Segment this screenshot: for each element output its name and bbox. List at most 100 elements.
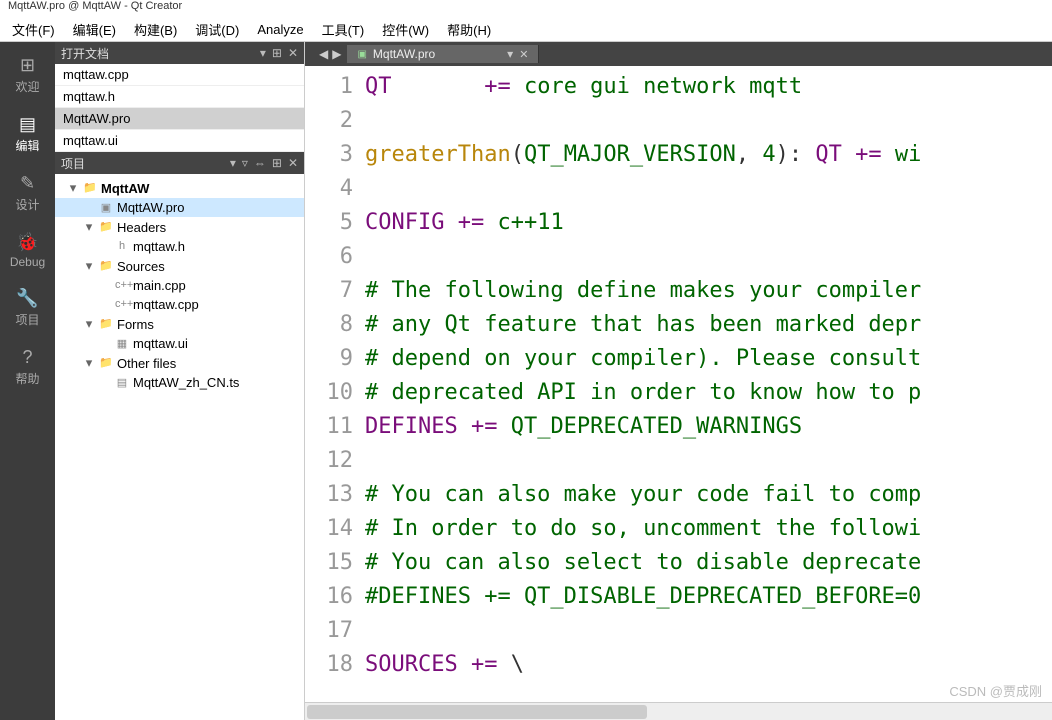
code-text[interactable]: #DEFINES += QT_DISABLE_DEPRECATED_BEFORE… bbox=[365, 580, 1052, 614]
menu-item[interactable]: 文件(F) bbox=[4, 18, 63, 41]
chevron-icon[interactable]: ▾ bbox=[67, 180, 79, 196]
code-line[interactable]: 17 bbox=[305, 614, 1052, 648]
mode-label: 项目 bbox=[15, 311, 39, 328]
code-text[interactable]: # You can also make your code fail to co… bbox=[365, 478, 1052, 512]
chevron-icon[interactable]: ▾ bbox=[83, 258, 95, 274]
close-icon[interactable]: ✕ bbox=[519, 48, 528, 61]
menu-item[interactable]: Analyze bbox=[249, 20, 311, 39]
tree-item[interactable]: ▾📁Forms bbox=[55, 314, 304, 334]
code-line[interactable]: 14# In order to do so, uncomment the fol… bbox=[305, 512, 1052, 546]
code-text[interactable]: SOURCES += \ bbox=[365, 648, 1052, 682]
filter-icon[interactable]: ▿ bbox=[242, 156, 248, 170]
nav-forward-icon[interactable]: ▶ bbox=[332, 47, 341, 61]
code-text[interactable]: # depend on your compiler). Please consu… bbox=[365, 342, 1052, 376]
tree-item[interactable]: ▦mqttaw.ui bbox=[55, 334, 304, 353]
panel-header-icons: ▾ ⊞ ✕ bbox=[260, 46, 298, 60]
ui-icon: ▦ bbox=[115, 337, 129, 351]
mode-帮助[interactable]: ?帮助 bbox=[15, 346, 39, 387]
open-doc-item[interactable]: MqttAW.pro bbox=[55, 108, 304, 130]
open-doc-item[interactable]: mqttaw.cpp bbox=[55, 64, 304, 86]
open-doc-item[interactable]: mqttaw.ui bbox=[55, 130, 304, 152]
tree-item[interactable]: ▾📁Sources bbox=[55, 256, 304, 276]
mode-icon: ⊞ bbox=[16, 54, 38, 76]
menu-item[interactable]: 调试(D) bbox=[187, 18, 247, 41]
code-line[interactable]: 18SOURCES += \ bbox=[305, 648, 1052, 682]
close-panel-icon[interactable]: ✕ bbox=[288, 46, 298, 60]
chevron-icon[interactable]: ▾ bbox=[83, 355, 95, 371]
open-doc-item[interactable]: mqttaw.h bbox=[55, 86, 304, 108]
line-number: 18 bbox=[305, 648, 365, 682]
code-line[interactable]: 5CONFIG += c++11 bbox=[305, 206, 1052, 240]
chevron-icon[interactable]: ▾ bbox=[83, 219, 95, 235]
chevron-icon[interactable]: ▾ bbox=[83, 316, 95, 332]
mode-欢迎[interactable]: ⊞ 欢迎 bbox=[15, 54, 39, 95]
dropdown-icon[interactable]: ▾ bbox=[230, 156, 236, 170]
code-text[interactable]: DEFINES += QT_DEPRECATED_WARNINGS bbox=[365, 410, 1052, 444]
tree-item[interactable]: c++mqttaw.cpp bbox=[55, 295, 304, 314]
dropdown-icon[interactable]: ▾ bbox=[260, 46, 266, 60]
tree-label: Other files bbox=[117, 356, 176, 371]
tab-dropdown-icon[interactable]: ▾ bbox=[507, 47, 513, 61]
ts-icon: ▤ bbox=[115, 376, 129, 390]
menu-item[interactable]: 工具(T) bbox=[314, 18, 373, 41]
menu-item[interactable]: 帮助(H) bbox=[439, 18, 499, 41]
code-text[interactable]: # In order to do so, uncomment the follo… bbox=[365, 512, 1052, 546]
tree-item[interactable]: c++main.cpp bbox=[55, 276, 304, 295]
code-line[interactable]: 12 bbox=[305, 444, 1052, 478]
code-line[interactable]: 11DEFINES += QT_DEPRECATED_WARNINGS bbox=[305, 410, 1052, 444]
code-text[interactable]: # You can also select to disable depreca… bbox=[365, 546, 1052, 580]
tree-item[interactable]: ▤MqttAW_zh_CN.ts bbox=[55, 373, 304, 392]
code-line[interactable]: 10# deprecated API in order to know how … bbox=[305, 376, 1052, 410]
mode-label: Debug bbox=[10, 255, 45, 269]
tree-label: Headers bbox=[117, 220, 166, 235]
code-text[interactable] bbox=[365, 104, 1052, 138]
tree-item[interactable]: ▾📁MqttAW bbox=[55, 178, 304, 198]
close-panel-icon[interactable]: ✕ bbox=[288, 156, 298, 170]
code-line[interactable]: 7# The following define makes your compi… bbox=[305, 274, 1052, 308]
code-line[interactable]: 4 bbox=[305, 172, 1052, 206]
tree-item[interactable]: ▣MqttAW.pro bbox=[55, 198, 304, 217]
code-line[interactable]: 8# any Qt feature that has been marked d… bbox=[305, 308, 1052, 342]
link-icon[interactable]: ⇔ bbox=[254, 156, 266, 170]
tree-item[interactable]: hmqttaw.h bbox=[55, 237, 304, 256]
code-text[interactable] bbox=[365, 444, 1052, 478]
code-line[interactable]: 15# You can also select to disable depre… bbox=[305, 546, 1052, 580]
menu-item[interactable]: 构建(B) bbox=[126, 18, 185, 41]
code-text[interactable]: # The following define makes your compil… bbox=[365, 274, 1052, 308]
menu-item[interactable]: 控件(W) bbox=[374, 18, 437, 41]
code-line[interactable]: 16#DEFINES += QT_DISABLE_DEPRECATED_BEFO… bbox=[305, 580, 1052, 614]
pro-icon: ▣ bbox=[99, 201, 113, 215]
tree-item[interactable]: ▾📁Headers bbox=[55, 217, 304, 237]
split-icon[interactable]: ⊞ bbox=[272, 156, 282, 170]
code-line[interactable]: 6 bbox=[305, 240, 1052, 274]
code-text[interactable] bbox=[365, 614, 1052, 648]
code-text[interactable] bbox=[365, 172, 1052, 206]
horizontal-scrollbar[interactable] bbox=[305, 702, 1052, 720]
mode-icon: ▤ bbox=[16, 113, 38, 135]
code-text[interactable]: # deprecated API in order to know how to… bbox=[365, 376, 1052, 410]
scrollbar-thumb[interactable] bbox=[307, 705, 647, 719]
line-number: 7 bbox=[305, 274, 365, 308]
mode-label: 欢迎 bbox=[15, 78, 39, 95]
code-text[interactable]: # any Qt feature that has been marked de… bbox=[365, 308, 1052, 342]
code-text[interactable]: CONFIG += c++11 bbox=[365, 206, 1052, 240]
mode-项目[interactable]: 🔧项目 bbox=[15, 287, 39, 328]
nav-back-icon[interactable]: ◀ bbox=[319, 47, 328, 61]
code-line[interactable]: 1QT += core gui network mqtt bbox=[305, 70, 1052, 104]
split-icon[interactable]: ⊞ bbox=[272, 46, 282, 60]
menu-item[interactable]: 编辑(E) bbox=[65, 18, 124, 41]
mode-编辑[interactable]: ▤编辑 bbox=[15, 113, 39, 154]
code-editor[interactable]: 1QT += core gui network mqtt23greaterTha… bbox=[305, 66, 1052, 702]
tree-item[interactable]: ▾ 📁 Other files bbox=[55, 353, 304, 373]
code-text[interactable]: greaterThan(QT_MAJOR_VERSION, 4): QT += … bbox=[365, 138, 1052, 172]
code-line[interactable]: 2 bbox=[305, 104, 1052, 138]
code-line[interactable]: 9# depend on your compiler). Please cons… bbox=[305, 342, 1052, 376]
code-text[interactable]: QT += core gui network mqtt bbox=[365, 70, 1052, 104]
editor-tab[interactable]: ▣ MqttAW.pro ▾ ✕ bbox=[347, 45, 539, 63]
code-text[interactable] bbox=[365, 240, 1052, 274]
mode-设计[interactable]: ✎设计 bbox=[15, 172, 39, 213]
code-line[interactable]: 13# You can also make your code fail to … bbox=[305, 478, 1052, 512]
mode-Debug[interactable]: 🐞Debug bbox=[10, 231, 45, 269]
folder-icon: 📁 bbox=[99, 356, 113, 370]
code-line[interactable]: 3greaterThan(QT_MAJOR_VERSION, 4): QT +=… bbox=[305, 138, 1052, 172]
